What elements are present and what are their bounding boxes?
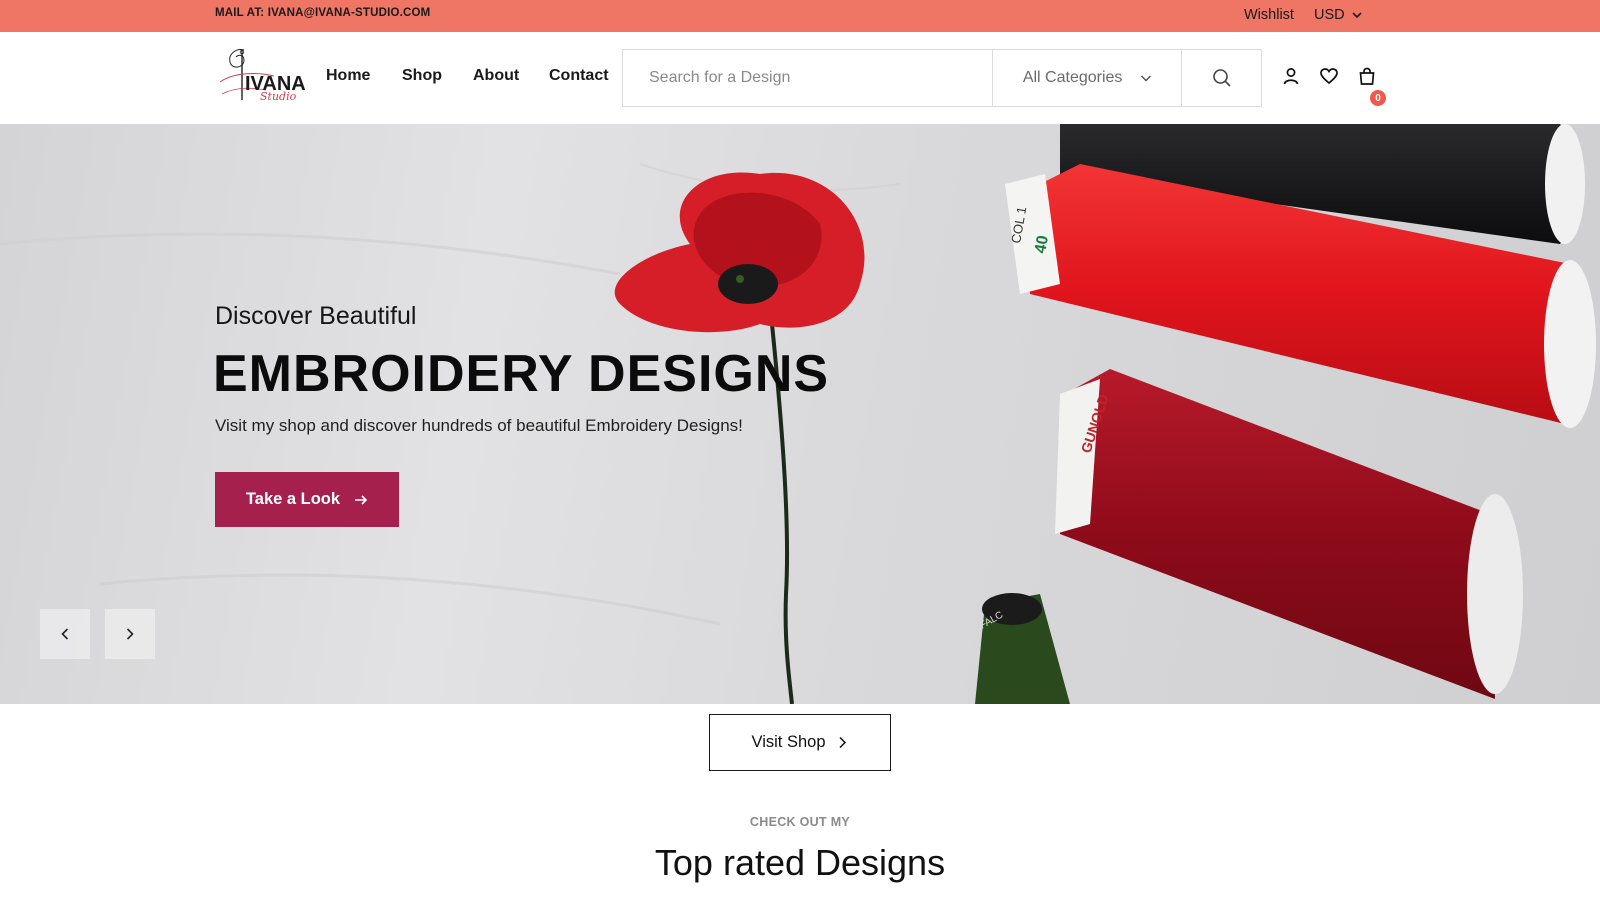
search-button[interactable] — [1181, 50, 1261, 106]
take-a-look-label: Take a Look — [245, 490, 341, 508]
nav-home[interactable]: Home — [326, 67, 370, 85]
hero-background-image: COL 1 40 GUNOLD FALC — [0, 124, 1596, 704]
currency-label: USD — [1314, 7, 1345, 23]
chevron-right-icon — [838, 736, 846, 749]
section-kicker: CHECK OUT MY — [749, 815, 851, 829]
search-input[interactable] — [623, 50, 992, 106]
site-logo[interactable]: IVANA Studio — [214, 46, 306, 104]
nav-shop[interactable]: Shop — [402, 67, 442, 85]
svg-text:Studio: Studio — [260, 90, 297, 103]
contact-email[interactable]: MAIL AT: IVANA@IVANA-STUDIO.COM — [215, 7, 430, 19]
slider-prev-button[interactable] — [40, 609, 90, 659]
search-bar: All Categories — [622, 49, 1262, 107]
svg-text:40: 40 — [1032, 234, 1052, 255]
chevron-down-icon — [1141, 75, 1152, 82]
chevron-down-icon — [1352, 12, 1362, 19]
nav-contact[interactable]: Contact — [549, 67, 609, 85]
heart-icon[interactable] — [1319, 66, 1339, 86]
section-title: Top rated Designs — [654, 842, 946, 883]
category-label: All Categories — [1022, 69, 1123, 86]
slider-next-button[interactable] — [105, 609, 155, 659]
nav-about[interactable]: About — [473, 67, 519, 85]
arrow-right-icon — [355, 494, 368, 505]
account-icon[interactable] — [1281, 66, 1301, 86]
top-bar: MAIL AT: IVANA@IVANA-STUDIO.COM Wishlist… — [0, 0, 1600, 32]
site-header: IVANA Studio Home Shop About Contact All… — [0, 32, 1600, 124]
hero-description: Visit my shop and discover hundreds of b… — [215, 416, 743, 435]
wishlist-link[interactable]: Wishlist — [1244, 7, 1294, 23]
currency-selector[interactable]: USD — [1314, 7, 1363, 23]
cart-count-badge: 0 — [1370, 90, 1386, 106]
visit-shop-button[interactable]: Visit Shop — [709, 714, 891, 771]
take-a-look-button[interactable]: Take a Look — [215, 472, 399, 527]
chevron-right-icon — [126, 628, 134, 640]
hero-title: EMBROIDERY DESIGNS — [213, 345, 830, 403]
hero-slider: COL 1 40 GUNOLD FALC Discover Beautiful … — [0, 124, 1600, 704]
visit-shop-label: Visit Shop — [751, 733, 826, 751]
chevron-left-icon — [61, 628, 69, 640]
search-icon — [1212, 69, 1231, 87]
hero-subtitle: Discover Beautiful — [215, 302, 417, 330]
cart-icon[interactable] — [1357, 66, 1377, 86]
category-select[interactable]: All Categories — [991, 50, 1181, 106]
